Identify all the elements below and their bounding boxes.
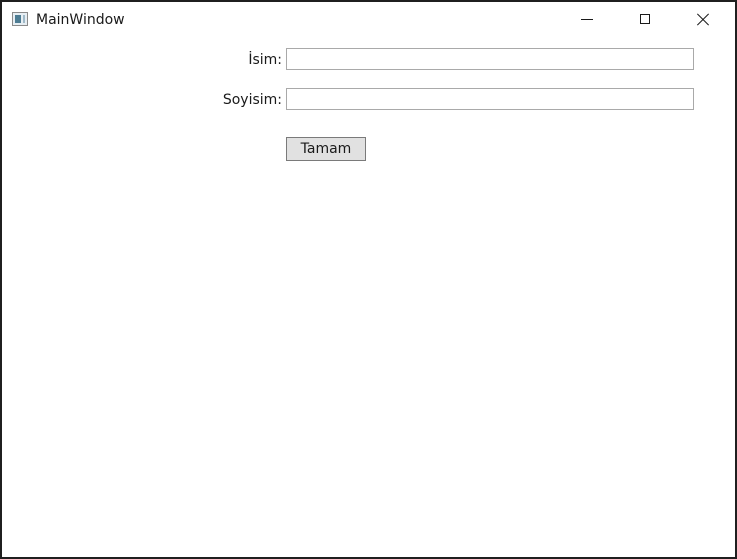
close-button[interactable]: [680, 2, 726, 38]
maximize-button[interactable]: [622, 2, 668, 38]
first-name-input[interactable]: [286, 48, 694, 70]
minimize-button[interactable]: [564, 2, 610, 38]
window-title: MainWindow: [36, 12, 125, 28]
first-name-label: İsim:: [248, 52, 282, 68]
last-name-label: Soyisim:: [222, 92, 282, 108]
main-window: MainWindow İsim: Soyisim: Tamam: [0, 0, 737, 559]
app-icon-pane: [15, 15, 21, 23]
last-name-input[interactable]: [286, 88, 694, 110]
close-icon: [697, 13, 709, 25]
maximize-icon: [640, 14, 650, 24]
window-app-icon[interactable]: [12, 12, 28, 26]
app-icon-pane-secondary: [23, 15, 25, 23]
title-bar[interactable]: MainWindow: [2, 2, 735, 38]
ok-button[interactable]: Tamam: [286, 137, 366, 161]
minimize-icon: [581, 19, 593, 20]
